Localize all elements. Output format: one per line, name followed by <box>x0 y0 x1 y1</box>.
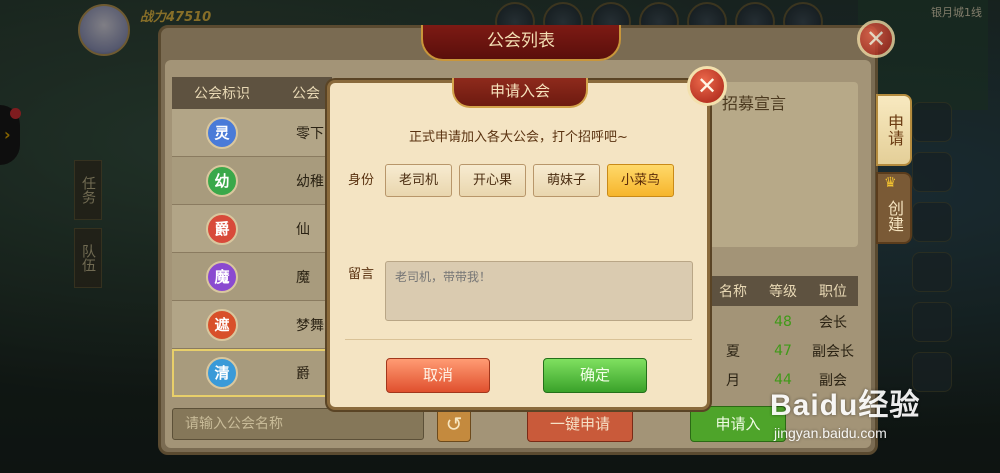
message-field[interactable] <box>385 261 693 321</box>
member-row: 48 会长 <box>708 307 858 336</box>
column-member-level: 等级 <box>769 284 797 300</box>
guild-name: 魔 <box>296 270 310 286</box>
guild-name: 梦舞 <box>296 318 324 334</box>
guild-emblem: 爵 <box>206 213 238 245</box>
message-label: 留言 <box>348 267 375 282</box>
member-name: 夏 <box>726 343 740 360</box>
guild-name: 仙 <box>296 222 310 238</box>
recruit-title: 招募宣言 <box>722 94 787 113</box>
member-role: 会长 <box>819 314 847 331</box>
role-options: 老司机 开心果 萌妹子 小菜鸟 <box>385 164 674 197</box>
member-level: 47 <box>774 342 792 359</box>
member-role: 副会长 <box>812 343 854 360</box>
guild-emblem: 幼 <box>206 165 238 197</box>
role-option-newbie[interactable]: 小菜鸟 <box>607 164 674 197</box>
tab-apply[interactable]: 申请 <box>876 94 912 166</box>
close-icon[interactable]: ✕ <box>857 20 895 58</box>
dialog-title: 申请入会 <box>452 78 588 108</box>
guild-list-title: 公会列表 <box>421 25 621 61</box>
guild-row[interactable]: 爵 仙 <box>172 205 332 253</box>
guild-row[interactable]: 遮 梦舞 <box>172 301 332 349</box>
role-option-cheerful[interactable]: 开心果 <box>459 164 526 197</box>
watermark-url: jingyan.baidu.com <box>774 425 887 441</box>
role-label: 身份 <box>348 173 375 188</box>
guild-search-input[interactable]: 请输入公会名称 <box>172 408 424 440</box>
guild-row-selected[interactable]: 清 爵 <box>172 349 332 397</box>
member-name: 月 <box>726 372 740 389</box>
guild-emblem: 灵 <box>206 117 238 149</box>
guild-row[interactable]: 幼 幼稚 <box>172 157 332 205</box>
crown-icon: ♛ <box>884 175 897 191</box>
refresh-icon[interactable]: ↺ <box>437 406 471 442</box>
guild-name: 零下 <box>296 126 324 142</box>
guild-emblem: 遮 <box>206 309 238 341</box>
guild-list: 公会标识 公会 灵 零下 幼 幼稚 爵 仙 魔 魔 遮 梦舞 清 爵 <box>172 77 332 402</box>
baidu-watermark: Baidu经验 <box>770 389 921 422</box>
column-member-role: 职位 <box>819 284 847 300</box>
member-row: 夏 47 副会长 <box>708 336 858 365</box>
guild-row[interactable]: 灵 零下 <box>172 109 332 157</box>
guild-name: 幼稚 <box>296 174 324 190</box>
role-option-veteran[interactable]: 老司机 <box>385 164 452 197</box>
guild-emblem: 魔 <box>206 261 238 293</box>
guild-row[interactable]: 魔 魔 <box>172 253 332 301</box>
column-guild: 公会 <box>292 86 320 102</box>
column-emblem: 公会标识 <box>194 86 250 102</box>
member-level: 48 <box>774 313 792 330</box>
dialog-subtitle: 正式申请加入各大公会，打个招呼吧~ <box>409 130 628 145</box>
guild-list-header: 公会标识 公会 <box>172 77 332 109</box>
close-icon[interactable]: ✕ <box>687 66 727 106</box>
guild-name: 爵 <box>296 366 310 382</box>
role-option-cute[interactable]: 萌妹子 <box>533 164 600 197</box>
member-table-header: 名称 等级 职位 <box>708 276 858 306</box>
column-member-name: 名称 <box>719 284 747 300</box>
guild-emblem: 清 <box>206 357 238 389</box>
quick-apply-button[interactable]: 一键申请 <box>527 406 633 442</box>
divider <box>345 339 692 340</box>
confirm-button[interactable]: 确定 <box>543 358 647 393</box>
cancel-button[interactable]: 取消 <box>386 358 490 393</box>
